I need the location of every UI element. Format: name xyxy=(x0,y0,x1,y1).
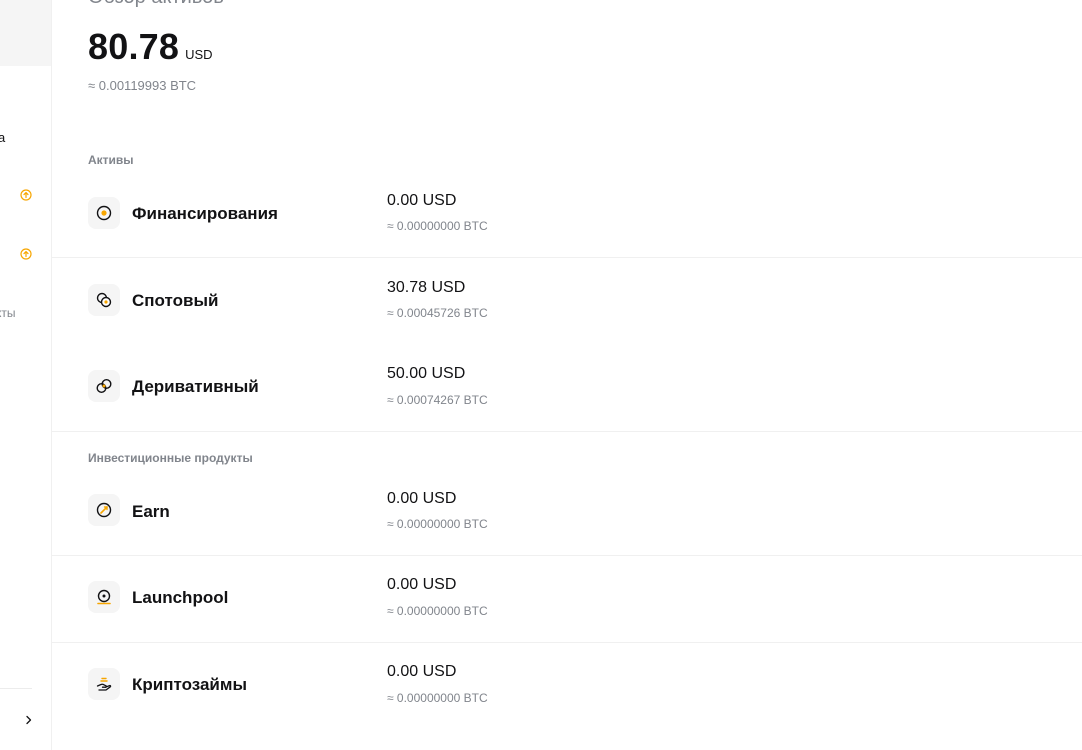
assets-section-label: Активы xyxy=(88,153,134,167)
sidebar: а кты xyxy=(0,0,52,750)
account-btc: ≈ 0.00000000 BTC xyxy=(387,517,488,531)
earn-icon xyxy=(88,494,120,526)
page-title: Обзор активов xyxy=(88,0,224,9)
account-btc: ≈ 0.00074267 BTC xyxy=(387,393,488,407)
sidebar-item-label[interactable]: кты xyxy=(0,306,16,320)
crypto-loans-icon xyxy=(88,668,120,700)
sidebar-divider xyxy=(0,688,32,689)
total-balance-btc: ≈ 0.00119993 BTC xyxy=(88,78,197,93)
sidebar-item-label[interactable]: а xyxy=(0,130,5,145)
investment-row-earn[interactable]: Earn 0.00 USD ≈ 0.00000000 BTC xyxy=(52,469,1082,556)
account-amount: 0.00 USD xyxy=(387,576,457,593)
total-balance-value: 80.78 xyxy=(88,26,180,67)
account-name: Финансирования xyxy=(132,204,278,223)
account-btc: ≈ 0.00000000 BTC xyxy=(387,219,488,233)
total-balance: 80.78 USD xyxy=(88,26,213,68)
account-amount: 0.00 USD xyxy=(387,490,457,507)
account-name: Earn xyxy=(132,502,170,521)
asset-row-funding[interactable]: Финансирования 0.00 USD ≈ 0.00000000 BTC xyxy=(52,171,1082,258)
funding-icon xyxy=(88,197,120,229)
arrow-up-circle-icon[interactable] xyxy=(20,248,32,260)
account-name: Деривативный xyxy=(132,377,259,396)
account-name: Криптозаймы xyxy=(132,675,247,694)
launchpool-icon xyxy=(88,581,120,613)
account-amount: 50.00 USD xyxy=(387,365,466,382)
account-name: Launchpool xyxy=(132,588,229,607)
asset-row-derivatives[interactable]: Деривативный 50.00 USD ≈ 0.00074267 BTC xyxy=(52,345,1082,432)
sidebar-active-item[interactable] xyxy=(0,0,51,66)
investments-section-label: Инвестиционные продукты xyxy=(88,451,253,465)
account-amount: 0.00 USD xyxy=(387,663,457,680)
derivatives-icon xyxy=(88,370,120,402)
account-btc: ≈ 0.00000000 BTC xyxy=(387,691,488,705)
asset-row-spot[interactable]: Спотовый 30.78 USD ≈ 0.00045726 BTC xyxy=(52,258,1082,344)
account-amount: 30.78 USD xyxy=(387,279,466,296)
total-balance-unit: USD xyxy=(185,47,213,62)
spot-icon xyxy=(88,284,120,316)
account-name: Спотовый xyxy=(132,291,219,310)
chevron-right-icon[interactable] xyxy=(22,713,36,727)
account-btc: ≈ 0.00045726 BTC xyxy=(387,306,488,320)
arrow-up-circle-icon[interactable] xyxy=(20,189,32,201)
account-amount: 0.00 USD xyxy=(387,192,457,209)
account-btc: ≈ 0.00000000 BTC xyxy=(387,604,488,618)
investment-row-crypto-loans[interactable]: Криптозаймы 0.00 USD ≈ 0.00000000 BTC xyxy=(52,642,1082,728)
investment-row-launchpool[interactable]: Launchpool 0.00 USD ≈ 0.00000000 BTC xyxy=(52,556,1082,643)
main-content: Обзор активов 80.78 USD ≈ 0.00119993 BTC… xyxy=(52,0,1082,750)
asset-overview-page: а кты Обзор активов 80.78 USD ≈ 0.001199… xyxy=(0,0,1082,750)
